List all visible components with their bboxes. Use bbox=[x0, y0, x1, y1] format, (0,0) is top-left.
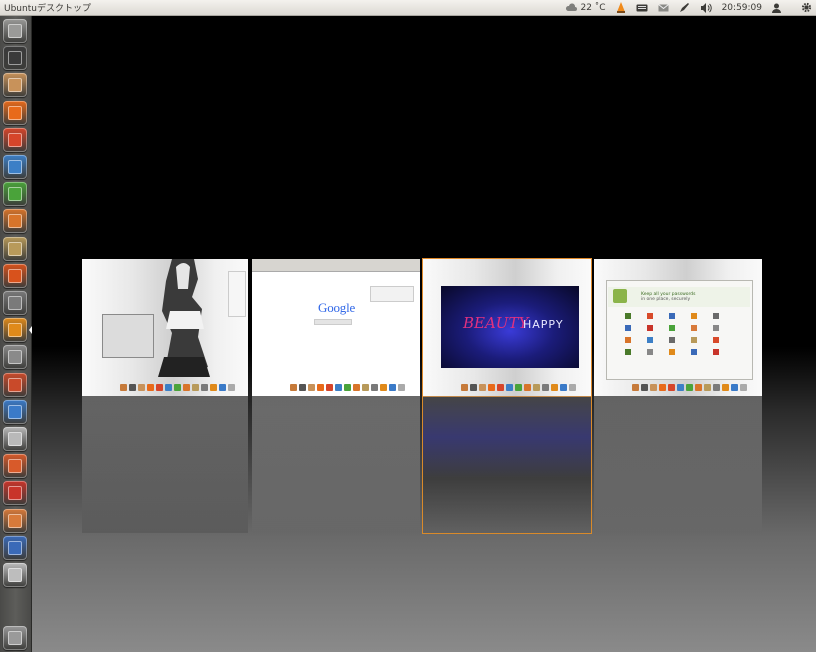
popup-panel bbox=[370, 286, 414, 302]
video-title-pink: BEAUTY bbox=[463, 314, 529, 332]
launcher-startup-disk[interactable] bbox=[3, 291, 27, 315]
envelope-icon bbox=[657, 3, 669, 11]
mini-dock bbox=[461, 384, 576, 393]
dialog-box bbox=[102, 314, 154, 358]
startup-disk-icon bbox=[8, 296, 22, 310]
launcher-settings[interactable] bbox=[3, 345, 27, 370]
launcher-workspace-switcher[interactable] bbox=[3, 535, 27, 560]
launcher-ubuntu-one[interactable] bbox=[3, 263, 27, 288]
launcher-terminal[interactable] bbox=[3, 46, 27, 71]
workspace-switcher-icon bbox=[8, 540, 22, 555]
vlc-cone-icon bbox=[616, 2, 625, 13]
launcher-drive[interactable] bbox=[3, 563, 27, 587]
pm-frame: Keep all your passwords in one place, se… bbox=[606, 280, 753, 380]
chromium-icon bbox=[8, 513, 22, 528]
launcher-chromium[interactable] bbox=[3, 508, 27, 533]
launcher-files[interactable] bbox=[3, 73, 27, 98]
mini-dock bbox=[290, 384, 405, 393]
files-icon bbox=[8, 78, 22, 93]
video-player-window[interactable]: BEAUTY HAPPY bbox=[422, 258, 592, 397]
launcher-libreoffice-impress[interactable] bbox=[3, 209, 27, 234]
libreoffice-calc-icon bbox=[8, 187, 22, 202]
desktop-photo-window[interactable] bbox=[82, 259, 248, 396]
sound-indicator[interactable] bbox=[700, 0, 712, 15]
vlc-icon bbox=[8, 323, 22, 338]
launcher-eye-app[interactable] bbox=[3, 454, 27, 479]
cloud-icon bbox=[566, 3, 578, 11]
browser-page: Google bbox=[252, 272, 420, 396]
pm-logo-icon bbox=[613, 289, 627, 303]
active-app-indicator bbox=[29, 326, 32, 335]
google-logo: Google bbox=[318, 300, 356, 315]
terminal-icon bbox=[8, 51, 22, 66]
temperature-label: 22 ˚C bbox=[580, 2, 606, 13]
eye-app-icon bbox=[8, 459, 22, 474]
user-indicator[interactable] bbox=[772, 0, 781, 15]
launcher-update-manager[interactable] bbox=[3, 399, 27, 424]
drive-icon bbox=[8, 568, 22, 582]
speaker-icon bbox=[700, 2, 712, 13]
launcher-image-viewer[interactable] bbox=[3, 372, 27, 397]
google-browser-reflection bbox=[252, 396, 420, 533]
launcher-vlc[interactable] bbox=[3, 318, 27, 343]
archive-manager-icon bbox=[8, 241, 22, 256]
session-indicator[interactable] bbox=[801, 0, 812, 15]
update-manager-icon bbox=[8, 404, 22, 419]
network-indicator[interactable] bbox=[679, 0, 690, 15]
mini-dock bbox=[632, 384, 747, 393]
top-panel: Ubuntuデスクトップ 22 ˚C 20:59:09 bbox=[0, 0, 816, 16]
side-panel bbox=[228, 271, 246, 317]
settings-icon bbox=[8, 350, 22, 365]
launcher-text-editor[interactable] bbox=[3, 427, 27, 451]
launcher bbox=[0, 16, 32, 652]
launcher-ubuntu-tweak[interactable] bbox=[3, 481, 27, 506]
keyboard-icon bbox=[636, 4, 648, 11]
gear-icon bbox=[801, 2, 812, 13]
pm-icon-grid bbox=[625, 313, 735, 355]
text-editor-icon bbox=[8, 432, 22, 446]
launcher-libreoffice-writer[interactable] bbox=[3, 155, 27, 179]
video-title-white: HAPPY bbox=[523, 318, 564, 331]
google-browser-window[interactable]: Google bbox=[252, 259, 420, 396]
desktop-photo-reflection bbox=[82, 396, 248, 533]
libreoffice-impress-icon bbox=[8, 214, 22, 229]
keyboard-indicator[interactable] bbox=[636, 0, 648, 15]
window-spread: Google BEAUTY HAPPY Keep all your passwo… bbox=[31, 16, 816, 652]
window-title: Ubuntuデスクトップ bbox=[4, 4, 91, 14]
trash-icon bbox=[8, 631, 22, 645]
dash-home-icon bbox=[8, 24, 22, 38]
browser-toolbar bbox=[252, 259, 420, 272]
launcher-trash[interactable] bbox=[3, 626, 27, 650]
pm-headline: Keep all your passwords in one place, se… bbox=[641, 292, 696, 302]
clock[interactable]: 20:59:09 bbox=[722, 0, 762, 15]
password-manager-window[interactable]: Keep all your passwords in one place, se… bbox=[594, 259, 762, 396]
search-box bbox=[314, 319, 352, 325]
messaging-indicator[interactable] bbox=[657, 0, 669, 15]
pen-icon bbox=[679, 3, 689, 12]
photo-figure bbox=[158, 259, 210, 377]
password-manager-reflection bbox=[594, 396, 762, 533]
launcher-firefox[interactable] bbox=[3, 100, 27, 125]
indicator-area: 22 ˚C 20:59:09 bbox=[565, 0, 812, 15]
launcher-libreoffice-calc[interactable] bbox=[3, 182, 27, 207]
mini-dock bbox=[120, 384, 235, 393]
image-viewer-icon bbox=[8, 377, 22, 392]
launcher-dash-home[interactable] bbox=[3, 19, 27, 43]
launcher-archive-manager[interactable] bbox=[3, 236, 27, 261]
person-icon bbox=[772, 3, 781, 13]
video-area: BEAUTY HAPPY bbox=[441, 286, 579, 368]
ubuntu-one-icon bbox=[8, 268, 22, 283]
vlc-indicator[interactable] bbox=[616, 0, 626, 15]
launcher-software-center[interactable] bbox=[3, 127, 27, 152]
software-center-icon bbox=[8, 132, 22, 147]
video-player-reflection bbox=[423, 396, 591, 533]
libreoffice-writer-icon bbox=[8, 160, 22, 174]
weather-indicator[interactable]: 22 ˚C bbox=[565, 0, 606, 15]
firefox-icon bbox=[8, 105, 22, 120]
ubuntu-tweak-icon bbox=[8, 486, 22, 501]
